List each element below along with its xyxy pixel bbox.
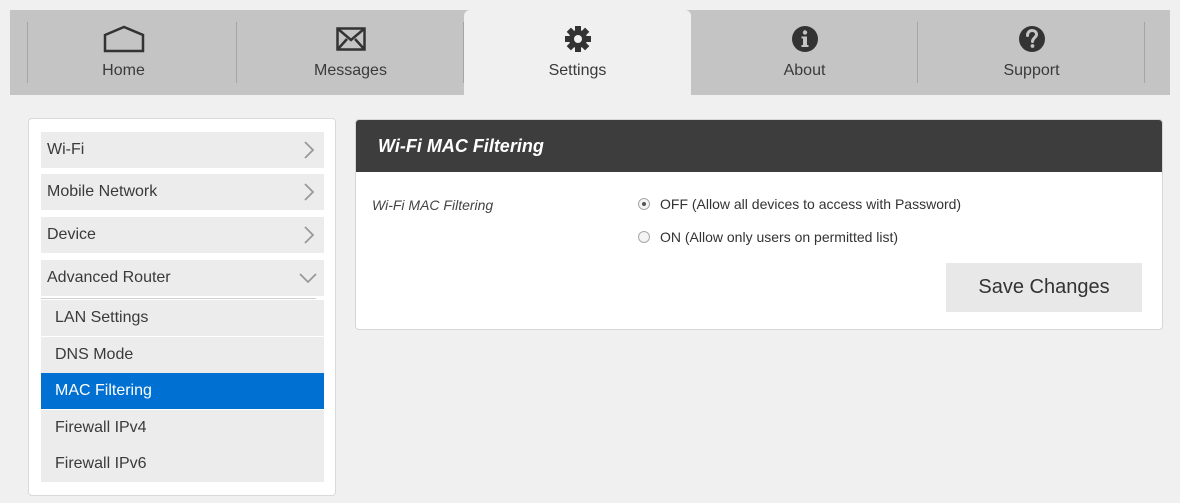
sidebar-item-label: Wi-Fi	[47, 141, 85, 158]
tab-about[interactable]: About	[691, 10, 918, 95]
sidebar-subitem-label: DNS Mode	[55, 346, 134, 363]
chevron-right-icon	[304, 226, 315, 244]
sidebar-item-device[interactable]: Device	[41, 217, 324, 253]
top-navigation: Home Messages Settings About Support	[10, 10, 1170, 95]
sidebar-item-label: Mobile Network	[47, 183, 158, 200]
sidebar-subitem-label: Firewall IPv4	[55, 419, 147, 436]
sidebar: Wi-Fi Mobile Network Device Advanced Rou…	[28, 118, 336, 496]
tab-settings-label: Settings	[548, 62, 607, 79]
tab-home[interactable]: Home	[10, 10, 237, 95]
tab-messages-label: Messages	[314, 62, 387, 79]
panel-title: Wi-Fi MAC Filtering	[378, 135, 544, 156]
radio-on-option[interactable]: ON (Allow only users on permitted list)	[638, 229, 898, 245]
panel-header: Wi-Fi MAC Filtering	[356, 120, 1162, 172]
sidebar-item-mobile-network[interactable]: Mobile Network	[41, 174, 324, 210]
chevron-right-icon	[304, 183, 315, 201]
question-icon	[1018, 23, 1046, 55]
sidebar-item-label: Advanced Router	[47, 269, 171, 286]
info-icon	[791, 23, 819, 55]
sidebar-subitem-label: MAC Filtering	[55, 382, 152, 399]
sidebar-subitem-firewall-ipv6[interactable]: Firewall IPv6	[41, 446, 324, 482]
sidebar-subitem-label: LAN Settings	[55, 309, 149, 326]
mac-filtering-panel: Wi-Fi MAC Filtering Wi-Fi MAC Filtering …	[355, 119, 1163, 330]
home-icon	[103, 23, 145, 55]
sidebar-subitem-firewall-ipv4[interactable]: Firewall IPv4	[41, 410, 324, 446]
sidebar-item-label: Device	[47, 226, 96, 243]
radio-off-label: OFF (Allow all devices to access with Pa…	[660, 196, 962, 212]
tab-support-label: Support	[1003, 62, 1060, 79]
sidebar-subitem-mac-filtering[interactable]: MAC Filtering	[41, 373, 324, 409]
mac-filtering-field-label: Wi-Fi MAC Filtering	[372, 197, 494, 213]
save-changes-button[interactable]: Save Changes	[946, 263, 1142, 312]
radio-off-button[interactable]	[638, 198, 650, 210]
sidebar-subitem-label: Firewall IPv6	[55, 455, 147, 472]
sidebar-subitem-dns-mode[interactable]: DNS Mode	[41, 337, 324, 373]
sidebar-subitem-lan-settings[interactable]: LAN Settings	[41, 300, 324, 336]
gear-icon	[564, 23, 592, 55]
tab-home-label: Home	[102, 62, 145, 79]
chevron-down-icon	[299, 273, 317, 284]
tab-support[interactable]: Support	[918, 10, 1145, 95]
tab-about-label: About	[783, 62, 826, 79]
envelope-icon	[335, 23, 366, 55]
sidebar-item-advanced-router[interactable]: Advanced Router	[41, 260, 324, 296]
sidebar-item-wifi[interactable]: Wi-Fi	[41, 132, 324, 168]
submenu-divider	[41, 298, 316, 299]
chevron-right-icon	[304, 141, 315, 159]
radio-on-button[interactable]	[638, 231, 650, 243]
tab-settings[interactable]: Settings	[464, 10, 691, 95]
tab-messages[interactable]: Messages	[237, 10, 464, 95]
radio-on-label: ON (Allow only users on permitted list)	[660, 229, 899, 245]
radio-off-option[interactable]: OFF (Allow all devices to access with Pa…	[638, 196, 961, 212]
